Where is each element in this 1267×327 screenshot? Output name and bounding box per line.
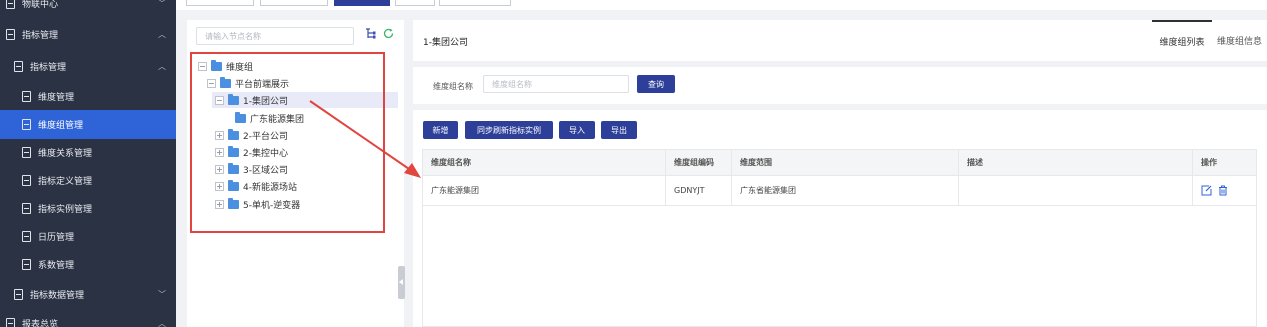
sidebar-item-dimension-relation-management[interactable]: 维度关系管理: [0, 138, 176, 167]
table-header: 维度组名称 维度组编码 维度范围 描述 操作: [423, 150, 1256, 176]
sidebar-item-label: 物联中心: [22, 0, 59, 10]
sidebar-item-report-overview[interactable]: 报表总览 ︿: [0, 309, 176, 327]
column-header-actions: 操作: [1201, 158, 1217, 167]
page-title: 1-集团公司: [423, 38, 468, 48]
chevron-up-icon: ︿: [158, 62, 166, 71]
document-icon: [22, 147, 31, 158]
refresh-icon[interactable]: [383, 28, 394, 39]
cell-scope: 广东省能源集团: [732, 176, 959, 205]
tab-dimension-group-list[interactable]: 维度组列表: [1152, 20, 1212, 61]
cell-description: [959, 176, 1193, 205]
tab-dimension-group-info[interactable]: 维度组信息: [1212, 20, 1267, 61]
cell-name: 广东能源集团: [423, 176, 666, 205]
column-header-name: 维度组名称: [423, 150, 666, 175]
tree-search-input[interactable]: 请输入节点名称: [196, 27, 354, 45]
open-tab[interactable]: [439, 0, 511, 6]
edit-icon[interactable]: [1201, 185, 1212, 196]
document-icon: [22, 259, 31, 270]
sidebar-item-iot-center[interactable]: 物联中心 ﹀: [0, 0, 176, 18]
sidebar: 物联中心 ﹀ 指标管理 ︿ 指标管理 ︿ 维度管理 维度组管理 维度关系管理 指…: [0, 0, 176, 327]
sync-refresh-button[interactable]: 同步刷新指标实例: [465, 121, 553, 139]
sidebar-item-indicator-data-management[interactable]: 指标数据管理 ﹀: [0, 280, 176, 309]
delete-icon[interactable]: [1218, 185, 1228, 196]
table-row: 广东能源集团 GDNYJT 广东省能源集团: [423, 176, 1256, 206]
document-icon: [6, 318, 15, 327]
column-header-scope: 维度范围: [732, 150, 959, 175]
document-icon: [22, 203, 31, 214]
annotation-highlight-box: [190, 52, 385, 233]
column-header-code: 维度组编码: [666, 150, 732, 175]
sidebar-item-dimension-management[interactable]: 维度管理: [0, 82, 176, 111]
add-button[interactable]: 新增: [423, 121, 458, 139]
header-panel: 1-集团公司 维度组列表 维度组信息: [413, 20, 1267, 61]
document-icon: [14, 289, 23, 300]
document-icon: [22, 231, 31, 242]
open-tabs-strip: [176, 0, 1267, 10]
open-tab[interactable]: [260, 0, 328, 6]
sidebar-item-dimension-group-management[interactable]: 维度组管理: [0, 110, 176, 139]
chevron-up-icon: ︿: [158, 319, 166, 327]
sidebar-item-label: 日历管理: [38, 233, 75, 243]
sidebar-item-label: 指标数据管理: [30, 291, 85, 301]
sidebar-item-label: 维度管理: [38, 93, 75, 103]
sidebar-item-indicator-definition[interactable]: 指标定义管理: [0, 166, 176, 195]
sidebar-item-label: 指标管理: [30, 63, 67, 73]
document-icon: [6, 29, 15, 40]
document-icon: [22, 91, 31, 102]
open-tab[interactable]: [395, 0, 435, 6]
sidebar-item-label: 系数管理: [38, 261, 75, 271]
sidebar-item-indicator-management-sub[interactable]: 指标管理 ︿: [0, 52, 176, 81]
chevron-up-icon: ︿: [158, 30, 166, 39]
query-panel: 维度组名称 维度组名称 查询: [413, 67, 1267, 104]
document-icon: [14, 61, 23, 72]
document-icon: [22, 175, 31, 186]
cell-actions: [1193, 176, 1256, 205]
document-icon: [22, 119, 31, 130]
sidebar-item-coefficient-management[interactable]: 系数管理: [0, 250, 176, 279]
sidebar-item-label: 维度组管理: [38, 121, 84, 131]
sidebar-item-indicator-instance[interactable]: 指标实例管理: [0, 194, 176, 223]
sidebar-item-label: 指标管理: [22, 31, 59, 41]
sidebar-item-indicator-management[interactable]: 指标管理 ︿: [0, 20, 176, 49]
dimension-group-table: 维度组名称 维度组编码 维度范围 描述 操作 广东能源集团 GDNYJT 广东省…: [422, 149, 1257, 327]
sidebar-item-calendar-management[interactable]: 日历管理: [0, 222, 176, 251]
tree-tools: [365, 28, 394, 39]
sidebar-item-label: 维度关系管理: [38, 149, 93, 159]
column-header-description: 描述: [959, 150, 1193, 175]
table-panel: 新增 同步刷新指标实例 导入 导出 维度组名称 维度组编码 维度范围 描述 操作…: [413, 110, 1267, 327]
query-button[interactable]: 查询: [637, 75, 675, 93]
sidebar-item-label: 报表总览: [22, 320, 59, 327]
query-label: 维度组名称: [433, 82, 473, 91]
export-button[interactable]: 导出: [601, 121, 637, 139]
open-tab[interactable]: [186, 0, 254, 6]
dimension-group-name-input[interactable]: 维度组名称: [483, 75, 629, 93]
sidebar-item-label: 指标实例管理: [38, 205, 93, 215]
chevron-down-icon: ﹀: [158, 0, 166, 8]
chevron-down-icon: ﹀: [158, 290, 166, 299]
sidebar-item-label: 指标定义管理: [38, 177, 93, 187]
cell-code: GDNYJT: [666, 176, 732, 205]
document-icon: [6, 0, 15, 9]
import-button[interactable]: 导入: [559, 121, 595, 139]
tree-expand-icon[interactable]: [365, 28, 376, 39]
open-tab-active[interactable]: [334, 0, 390, 6]
collapse-handle[interactable]: [398, 266, 405, 299]
